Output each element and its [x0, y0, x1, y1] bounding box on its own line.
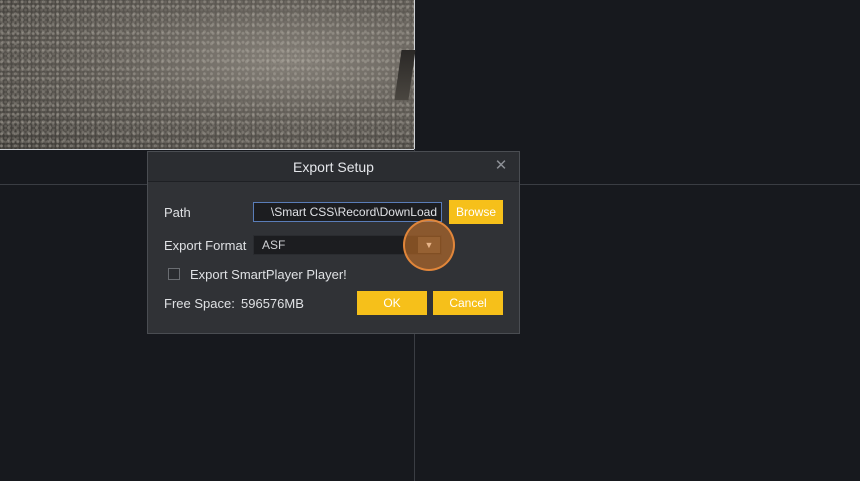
- video-tile-camera[interactable]: [0, 0, 416, 150]
- path-label: Path: [164, 205, 191, 220]
- cancel-button[interactable]: Cancel: [433, 291, 503, 315]
- free-space-value: 596576MB: [241, 296, 304, 311]
- dialog-title: Export Setup: [293, 159, 374, 175]
- export-format-select[interactable]: ASF ▼: [253, 235, 442, 255]
- path-input[interactable]: Smart CSS\Record\DownLoad\: [253, 202, 442, 222]
- export-setup-dialog: Export Setup ✕ Path Smart CSS\Record\Dow…: [147, 151, 520, 334]
- export-player-checkbox[interactable]: [168, 268, 180, 280]
- dialog-titlebar: Export Setup ✕: [148, 152, 519, 182]
- export-player-label[interactable]: Export SmartPlayer Player!: [190, 267, 347, 282]
- free-space-label: Free Space:: [164, 296, 235, 311]
- ok-button[interactable]: OK: [357, 291, 427, 315]
- browse-button[interactable]: Browse: [449, 200, 503, 224]
- export-format-label: Export Format: [164, 238, 247, 253]
- chevron-down-icon[interactable]: ▼: [418, 237, 440, 253]
- video-feed-detail: [394, 50, 416, 100]
- export-format-value: ASF: [262, 238, 286, 252]
- close-icon[interactable]: ✕: [491, 156, 511, 176]
